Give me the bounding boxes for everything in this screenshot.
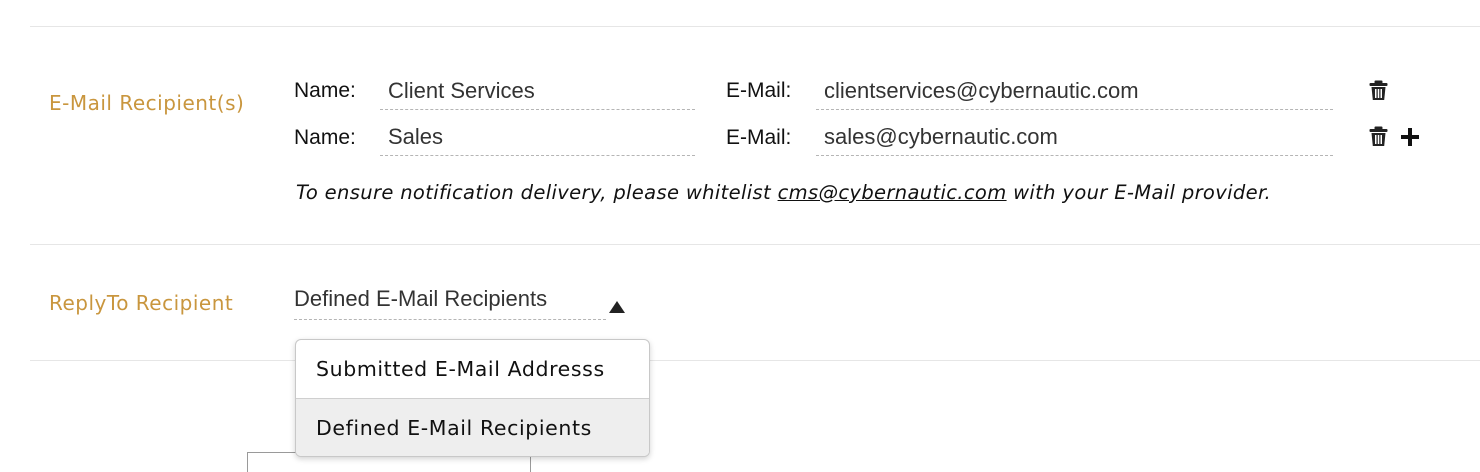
whitelist-note: To ensure notification delivery, please …	[296, 180, 1271, 206]
top-divider	[30, 26, 1480, 27]
trash-icon[interactable]	[1369, 80, 1388, 105]
name-input-2[interactable]	[380, 120, 695, 154]
replyto-section-label: ReplyTo Recipient	[49, 291, 233, 315]
email-input-1[interactable]	[816, 74, 1333, 108]
plus-icon[interactable]	[1401, 128, 1419, 150]
recipients-section-label-text: E-Mail Recipient(s)	[49, 91, 245, 115]
name-field-2[interactable]	[380, 120, 695, 156]
name-field-1[interactable]	[380, 74, 695, 110]
note-prefix: To ensure notification delivery, please …	[296, 181, 778, 204]
caret-up-icon[interactable]	[609, 293, 625, 319]
name-label-1: Name:	[294, 79, 356, 102]
replyto-section-label-text: ReplyTo Recipient	[49, 291, 234, 315]
replyto-select[interactable]: Defined E-Mail Recipients	[294, 284, 625, 320]
dropdown-option[interactable]: Submitted E-Mail Addresss	[296, 340, 649, 398]
name-input-1[interactable]	[380, 74, 695, 108]
trash-icon[interactable]	[1369, 126, 1388, 151]
replyto-dropdown-menu: Submitted E-Mail Addresss Defined E-Mail…	[295, 339, 650, 457]
email-field-2[interactable]	[816, 120, 1333, 156]
bottom-divider	[30, 360, 1480, 361]
recipients-section-label: E-Mail Recipient(s)	[49, 91, 249, 115]
replyto-selected-value: Defined E-Mail Recipients	[294, 286, 548, 311]
email-label-2: E-Mail:	[726, 126, 792, 149]
name-label-2: Name:	[294, 126, 356, 149]
note-suffix: with your E-Mail provider.	[1006, 181, 1272, 204]
email-field-1[interactable]	[816, 74, 1333, 110]
whitelist-email-link[interactable]: cms@cybernautic.com	[778, 181, 1007, 204]
email-label-1: E-Mail:	[726, 79, 792, 102]
dropdown-option-selected[interactable]: Defined E-Mail Recipients	[296, 398, 649, 456]
middle-divider	[30, 244, 1480, 245]
email-input-2[interactable]	[816, 120, 1333, 154]
